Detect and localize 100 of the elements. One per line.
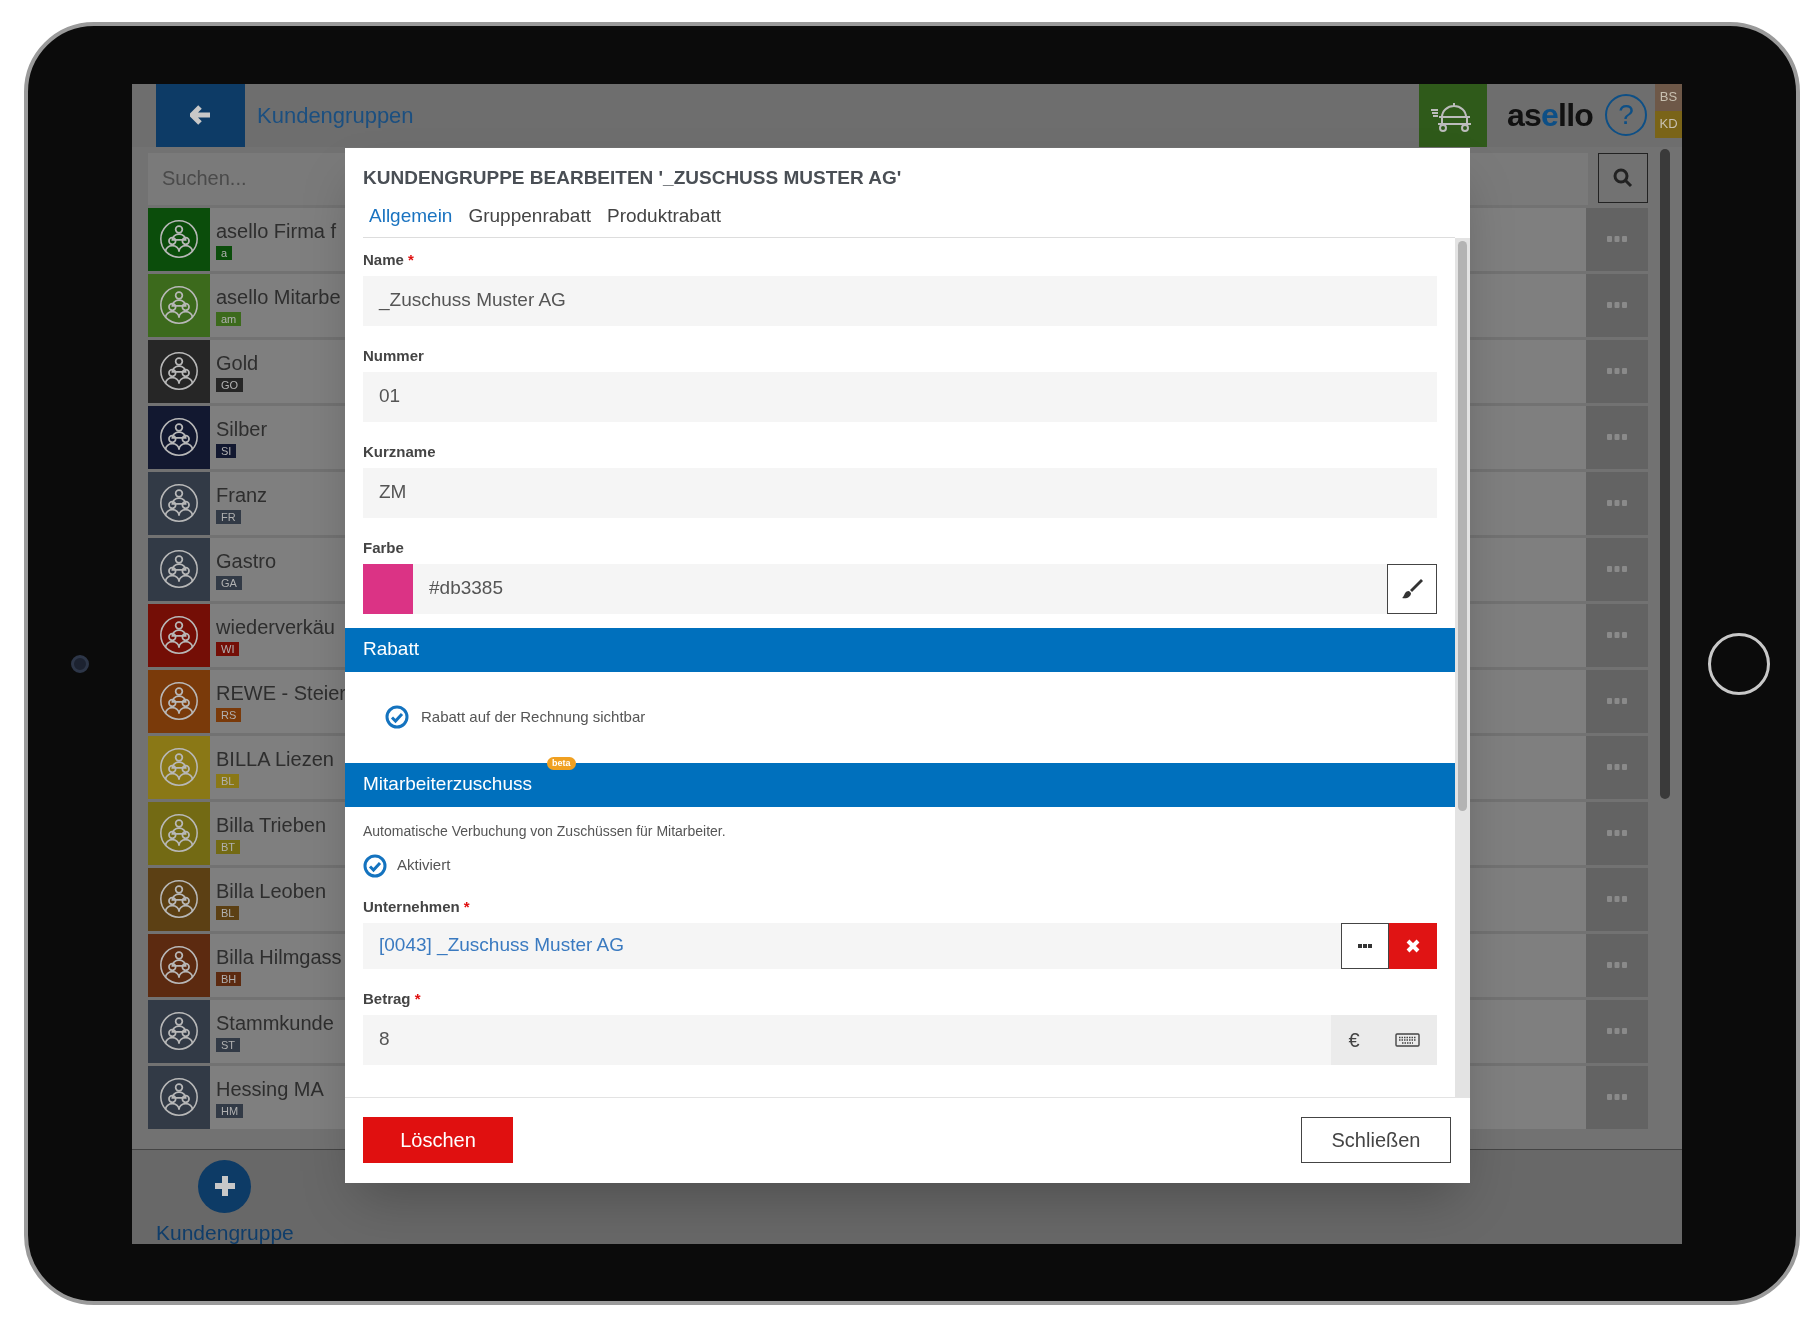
group-code: BL bbox=[216, 773, 240, 788]
more-button[interactable] bbox=[1586, 339, 1648, 403]
close-icon bbox=[1406, 938, 1420, 953]
people-icon bbox=[157, 481, 201, 525]
group-code: GA bbox=[216, 575, 242, 590]
field-label: Unternehmen * bbox=[363, 896, 471, 917]
group-name: Billa Leoben bbox=[216, 878, 327, 903]
more-icon bbox=[1607, 368, 1627, 374]
checkbox-label: Rabatt auf der Rechnung sichtbar bbox=[421, 706, 646, 727]
field-label: Name * bbox=[363, 249, 415, 270]
user-badge[interactable]: BS bbox=[1655, 83, 1682, 111]
checkbox[interactable] bbox=[385, 705, 409, 729]
brush-icon bbox=[1401, 577, 1423, 600]
group-name: wiederverkäu bbox=[216, 614, 335, 639]
group-code: SI bbox=[216, 443, 237, 458]
more-button[interactable] bbox=[1586, 999, 1648, 1063]
browse-button[interactable] bbox=[1341, 922, 1389, 969]
color-picker-button[interactable] bbox=[1387, 563, 1437, 614]
field-label: Kurzname bbox=[363, 441, 437, 462]
more-button[interactable] bbox=[1586, 207, 1648, 271]
people-icon bbox=[157, 811, 201, 855]
more-button[interactable] bbox=[1586, 669, 1648, 733]
people-icon bbox=[157, 943, 201, 987]
search-icon bbox=[1613, 167, 1633, 188]
more-button[interactable] bbox=[1586, 405, 1648, 469]
more-icon bbox=[1607, 1028, 1627, 1034]
group-name: Billa Hilmgass bbox=[216, 944, 342, 969]
tab[interactable]: Gruppenrabatt bbox=[468, 202, 591, 231]
group-name: BILLA Liezen bbox=[216, 746, 334, 771]
more-icon bbox=[1607, 632, 1627, 638]
group-name: Silber bbox=[216, 416, 268, 441]
group-name: Stammkunde bbox=[216, 1010, 334, 1035]
group-name: REWE - Steier bbox=[216, 680, 347, 705]
keyboard-button[interactable] bbox=[1394, 1032, 1420, 1047]
group-name: asello Mitarbe bbox=[216, 284, 341, 309]
group-name: Franz bbox=[216, 482, 268, 507]
keyboard-icon bbox=[1394, 1032, 1420, 1047]
people-icon bbox=[157, 745, 201, 789]
field-label: Nummer bbox=[363, 345, 425, 366]
more-icon bbox=[1358, 943, 1372, 948]
delete-button[interactable]: Löschen bbox=[363, 1117, 513, 1163]
more-icon bbox=[1607, 896, 1627, 902]
section-title: Rabatt bbox=[363, 637, 419, 662]
people-icon bbox=[157, 415, 201, 459]
more-icon bbox=[1607, 434, 1627, 440]
more-icon bbox=[1607, 764, 1627, 770]
input-field[interactable]: 8 bbox=[363, 1014, 1331, 1065]
beta-badge: beta bbox=[547, 756, 576, 770]
more-button[interactable] bbox=[1586, 471, 1648, 535]
more-button[interactable] bbox=[1586, 273, 1648, 337]
scrollbar-thumb[interactable] bbox=[1660, 148, 1670, 799]
more-button[interactable] bbox=[1586, 1065, 1648, 1129]
back-button[interactable] bbox=[156, 83, 245, 147]
group-name: Hessing MA bbox=[216, 1076, 324, 1101]
checkbox[interactable] bbox=[363, 853, 387, 878]
more-button[interactable] bbox=[1586, 537, 1648, 601]
more-button[interactable] bbox=[1586, 867, 1648, 931]
people-icon bbox=[157, 877, 201, 921]
more-button[interactable] bbox=[1586, 735, 1648, 799]
people-icon bbox=[157, 1009, 201, 1053]
more-button[interactable] bbox=[1586, 603, 1648, 667]
tab[interactable]: Produktrabatt bbox=[606, 202, 722, 231]
input-field[interactable]: #db3385 bbox=[413, 563, 1387, 614]
more-icon bbox=[1607, 236, 1627, 242]
close-button[interactable]: Schließen bbox=[1301, 1117, 1451, 1163]
back-arrow-icon bbox=[189, 105, 212, 125]
logo: asello bbox=[1507, 96, 1593, 135]
dialog-scrollbar-thumb[interactable] bbox=[1458, 240, 1467, 811]
section-title: Mitarbeiterzuschuss bbox=[363, 772, 532, 797]
group-code: WI bbox=[216, 641, 240, 656]
home-button[interactable] bbox=[1708, 632, 1770, 695]
service-button[interactable] bbox=[1419, 83, 1488, 147]
group-code: ST bbox=[216, 1037, 241, 1052]
more-icon bbox=[1607, 962, 1627, 968]
more-icon bbox=[1607, 1094, 1627, 1100]
more-button[interactable] bbox=[1586, 801, 1648, 865]
input-field[interactable]: 01 bbox=[363, 371, 1437, 422]
input-field[interactable]: [0043] _Zuschuss Muster AG bbox=[363, 922, 1341, 969]
group-name: asello Firma f bbox=[216, 218, 337, 243]
field-label: Farbe bbox=[363, 537, 405, 558]
people-icon bbox=[157, 283, 201, 327]
group-code: HM bbox=[216, 1103, 244, 1118]
more-icon bbox=[1607, 566, 1627, 572]
people-icon bbox=[157, 547, 201, 591]
people-icon bbox=[157, 217, 201, 261]
clear-button[interactable] bbox=[1389, 922, 1437, 969]
people-icon bbox=[157, 349, 201, 393]
dialog-title: KUNDENGRUPPE BEARBEITEN '_ZUSCHUSS MUSTER AG' bbox=[363, 165, 903, 190]
color-swatch[interactable] bbox=[363, 563, 413, 614]
group-code: RS bbox=[216, 707, 242, 722]
page-title: Kundengruppen bbox=[257, 101, 414, 130]
group-name: Billa Trieben bbox=[216, 812, 327, 837]
tab[interactable]: Allgemein bbox=[369, 202, 453, 231]
group-name: Gold bbox=[216, 350, 259, 375]
more-button[interactable] bbox=[1586, 933, 1648, 997]
input-field[interactable]: ZM bbox=[363, 467, 1437, 518]
currency-symbol: € bbox=[1348, 1027, 1360, 1053]
more-icon bbox=[1607, 500, 1627, 506]
input-field[interactable]: _Zuschuss Muster AG bbox=[363, 275, 1437, 326]
search-button[interactable] bbox=[1598, 152, 1648, 203]
